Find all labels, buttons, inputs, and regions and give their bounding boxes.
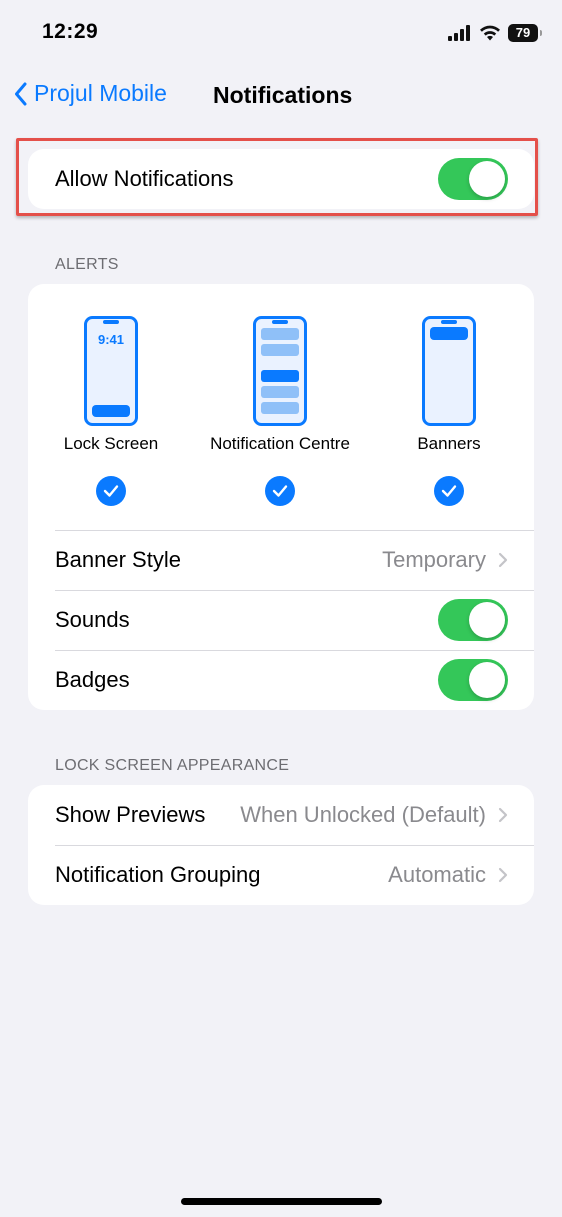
lock-screen-appearance-card: Show Previews When Unlocked (Default) No… xyxy=(28,785,534,905)
chevron-right-icon xyxy=(498,807,508,823)
banner-style-label: Banner Style xyxy=(55,547,181,572)
checkmark-icon xyxy=(103,485,119,497)
battery-icon: 79 xyxy=(508,24,542,42)
navigation-bar: Projul Mobile Notifications xyxy=(0,70,562,122)
wifi-icon xyxy=(480,25,500,41)
alert-options: 9:41 Lock Screen Notification Centre Ban… xyxy=(28,284,534,530)
chevron-left-icon xyxy=(15,82,27,105)
badges-label: Badges xyxy=(55,667,130,692)
toggle-knob xyxy=(469,602,505,638)
alerts-card: 9:41 Lock Screen Notification Centre Ban… xyxy=(28,284,534,710)
banner-style-row[interactable]: Banner Style Temporary xyxy=(28,530,534,590)
sounds-toggle[interactable] xyxy=(438,599,508,641)
lock-screen-appearance-header: LOCK SCREEN APPEARANCE xyxy=(55,757,290,774)
alerts-header: ALERTS xyxy=(55,256,119,273)
status-time: 12:29 xyxy=(42,20,99,43)
banners-preview-icon xyxy=(422,316,476,426)
notification-grouping-value: Automatic xyxy=(388,862,486,887)
back-label: Projul Mobile xyxy=(34,80,167,106)
lock-screen-checkmark[interactable] xyxy=(96,476,126,506)
status-bar: 12:29 79 xyxy=(0,0,562,70)
sounds-label: Sounds xyxy=(55,607,130,632)
chevron-right-icon xyxy=(498,867,508,883)
notification-grouping-row[interactable]: Notification Grouping Automatic xyxy=(28,845,534,905)
banners-checkmark[interactable] xyxy=(434,476,464,506)
banner-style-value: Temporary xyxy=(382,547,486,572)
chevron-right-icon xyxy=(498,552,508,568)
badges-toggle[interactable] xyxy=(438,659,508,701)
notification-grouping-label: Notification Grouping xyxy=(55,862,261,887)
page-title: Notifications xyxy=(213,82,353,108)
checkmark-icon xyxy=(441,485,457,497)
notification-centre-preview-icon xyxy=(253,316,307,426)
alert-option-label: Lock Screen xyxy=(63,434,159,453)
highlight-box xyxy=(16,138,538,216)
cellular-signal-icon xyxy=(448,25,470,41)
show-previews-label: Show Previews xyxy=(55,802,206,827)
toggle-knob xyxy=(469,662,505,698)
badges-row: Badges xyxy=(28,650,534,710)
back-button[interactable]: Projul Mobile xyxy=(14,80,167,107)
show-previews-value: When Unlocked (Default) xyxy=(240,802,486,827)
home-indicator[interactable] xyxy=(181,1198,382,1205)
alert-option-label: Notification Centre xyxy=(210,434,350,453)
show-previews-row[interactable]: Show Previews When Unlocked (Default) xyxy=(28,785,534,845)
alert-option-label: Banners xyxy=(417,434,481,453)
notification-centre-checkmark[interactable] xyxy=(265,476,295,506)
lock-screen-preview-time: 9:41 xyxy=(97,332,125,347)
status-icons: 79 xyxy=(448,24,542,42)
checkmark-icon xyxy=(272,485,288,497)
sounds-row: Sounds xyxy=(28,590,534,650)
battery-level: 79 xyxy=(515,25,531,40)
